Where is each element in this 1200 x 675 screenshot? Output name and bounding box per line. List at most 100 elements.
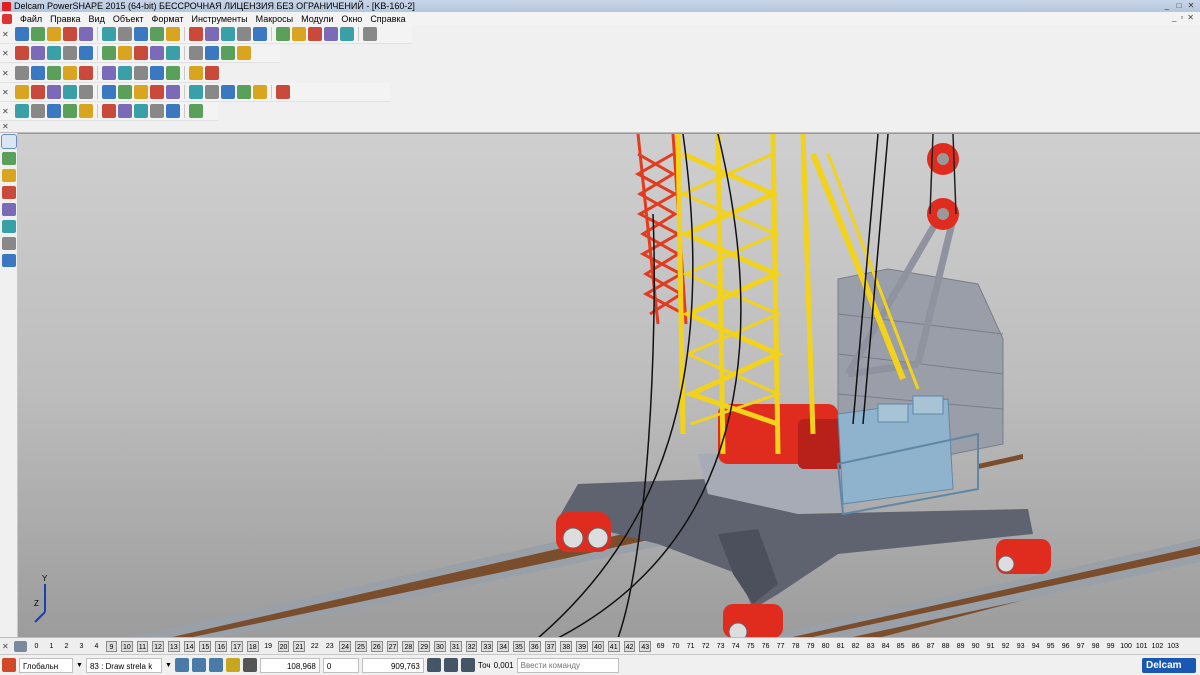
analysis-icon[interactable]	[166, 66, 180, 80]
project-icon[interactable]	[134, 104, 148, 118]
select-level-icon[interactable]	[174, 658, 189, 672]
zoom-all-icon[interactable]	[150, 46, 164, 60]
doc-close-button[interactable]: ✕	[1187, 13, 1194, 22]
revolve-icon[interactable]	[63, 85, 77, 99]
menu-object[interactable]: Объект	[109, 14, 148, 24]
close-button[interactable]: ✕	[1186, 1, 1196, 10]
select-icon[interactable]	[205, 27, 219, 41]
arc-icon[interactable]	[237, 27, 251, 41]
level-button[interactable]: 16	[215, 640, 228, 652]
level-button[interactable]: 17	[231, 640, 243, 652]
axis-z-icon[interactable]	[2, 237, 16, 250]
copy-icon[interactable]	[118, 27, 132, 41]
level-button[interactable]: 103	[1167, 641, 1179, 652]
scale-icon[interactable]	[102, 104, 116, 118]
level-button[interactable]: 38	[560, 640, 573, 652]
level-button[interactable]: 90	[970, 641, 981, 652]
position-icon[interactable]	[443, 658, 458, 672]
level-button[interactable]: 39	[576, 640, 588, 652]
shade-icon[interactable]	[189, 46, 203, 60]
mirror-icon[interactable]	[205, 85, 219, 99]
level-button[interactable]: 20	[277, 640, 290, 652]
workplane-dropdown-icon[interactable]: ▼	[76, 662, 83, 669]
level-button[interactable]: 73	[715, 641, 726, 652]
level-button[interactable]: 23	[324, 641, 335, 652]
level-button[interactable]: 101	[1136, 641, 1148, 652]
history-icon[interactable]	[237, 85, 251, 99]
level-button[interactable]: 24	[339, 640, 352, 652]
workplane-select[interactable]: Глобальн	[19, 657, 73, 673]
material-icon[interactable]	[47, 66, 61, 80]
level-button[interactable]: 40	[592, 640, 604, 652]
level-button[interactable]: 79	[805, 641, 816, 652]
level-button[interactable]: 41	[607, 640, 620, 652]
line-icon[interactable]	[221, 27, 235, 41]
maximize-button[interactable]: □	[1174, 1, 1184, 10]
level-button[interactable]: 93	[1015, 641, 1026, 652]
menu-format[interactable]: Формат	[148, 14, 188, 24]
hide-icon[interactable]	[237, 46, 251, 60]
level-button[interactable]: 96	[1060, 641, 1071, 652]
workplane-icon[interactable]	[2, 658, 16, 672]
doc-restore-button[interactable]: ▫	[1180, 13, 1183, 22]
level-button[interactable]: 29	[418, 640, 431, 652]
zoom-out-icon[interactable]	[134, 46, 148, 60]
level-button[interactable]: 80	[820, 641, 831, 652]
solid-icon[interactable]	[308, 27, 322, 41]
dock-close-icon[interactable]: ✕	[2, 122, 9, 131]
blend-icon[interactable]	[276, 85, 290, 99]
level-button[interactable]: 86	[910, 641, 921, 652]
lights-icon[interactable]	[221, 46, 235, 60]
level-button[interactable]: 10	[121, 640, 133, 652]
level-button[interactable]: 76	[760, 641, 771, 652]
level-button[interactable]: 89	[955, 641, 966, 652]
view-back-icon[interactable]	[31, 46, 45, 60]
level-button[interactable]: 33	[481, 640, 494, 652]
pan-icon[interactable]	[102, 46, 116, 60]
attributes-toolbar-close-icon[interactable]: ✕	[2, 69, 11, 78]
level-button[interactable]: 3	[76, 641, 87, 652]
new-icon[interactable]	[15, 27, 29, 41]
workplane-icon[interactable]	[15, 104, 29, 118]
level-button[interactable]: 11	[136, 640, 149, 652]
menu-window[interactable]: Окно	[337, 14, 366, 24]
undo-icon[interactable]	[166, 27, 180, 41]
level-button[interactable]: 43	[639, 640, 652, 652]
level-button[interactable]: 77	[775, 641, 786, 652]
circle-icon[interactable]	[253, 27, 267, 41]
level-button[interactable]: 94	[1030, 641, 1041, 652]
cube-icon[interactable]	[79, 66, 93, 80]
level-button[interactable]: 13	[167, 640, 180, 652]
minimize-button[interactable]: _	[1162, 1, 1172, 10]
transform-icon[interactable]	[205, 66, 219, 80]
view-front-icon[interactable]	[15, 46, 29, 60]
level-button[interactable]: 75	[745, 641, 756, 652]
node-icon[interactable]	[2, 254, 16, 267]
align-icon[interactable]	[189, 66, 203, 80]
surface-icon[interactable]	[324, 27, 338, 41]
chamfer-icon[interactable]	[134, 85, 148, 99]
move-icon[interactable]	[47, 104, 61, 118]
menu-edit[interactable]: Правка	[46, 14, 84, 24]
levels-icon[interactable]	[14, 640, 27, 652]
rotate-icon[interactable]	[79, 46, 93, 60]
level-button[interactable]: 31	[449, 640, 462, 652]
level-button[interactable]: 88	[940, 641, 951, 652]
boolean-sub-icon[interactable]	[102, 85, 116, 99]
level-button[interactable]: 36	[528, 640, 541, 652]
level-button[interactable]: 98	[1090, 641, 1101, 652]
plane-icon[interactable]	[2, 220, 16, 233]
level-button[interactable]: 34	[497, 640, 510, 652]
offset-icon[interactable]	[118, 104, 132, 118]
menu-macros[interactable]: Макросы	[252, 14, 298, 24]
view-toolbar-close-icon[interactable]: ✕	[2, 49, 11, 58]
level-button[interactable]: 87	[925, 641, 936, 652]
pattern-icon[interactable]	[189, 85, 203, 99]
draft-icon[interactable]	[166, 85, 180, 99]
calculator-icon[interactable]	[426, 658, 441, 672]
sketch-icon[interactable]	[253, 85, 267, 99]
multi-select-icon[interactable]	[2, 152, 16, 165]
menu-tools[interactable]: Инструменты	[187, 14, 251, 24]
print-icon[interactable]	[79, 27, 93, 41]
text-icon[interactable]	[292, 27, 306, 41]
